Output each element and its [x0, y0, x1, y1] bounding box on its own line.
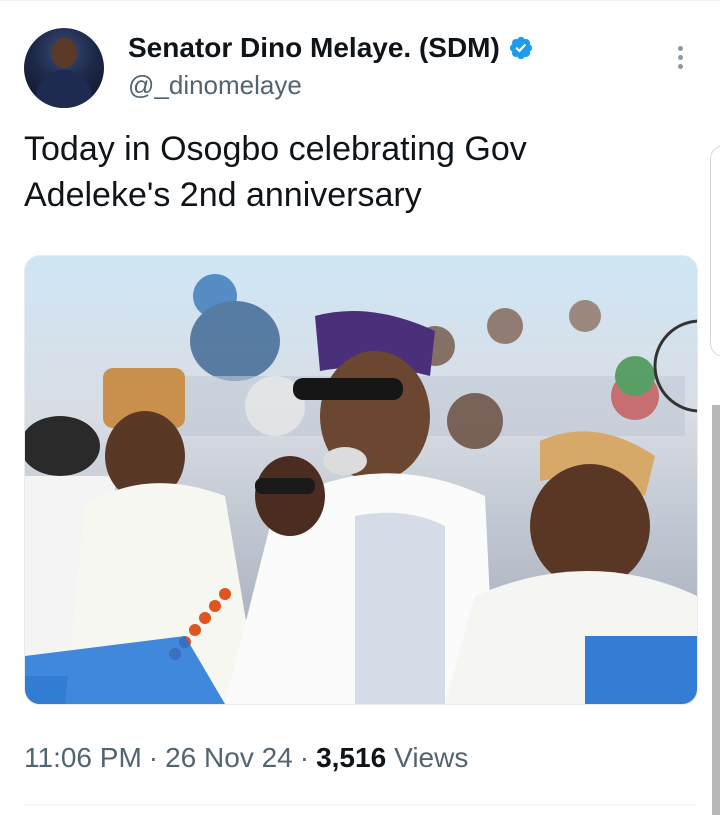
tweet-text-line-1: Today in Osogbo celebrating Gov: [24, 130, 527, 168]
verified-badge-icon[interactable]: [508, 35, 534, 61]
avatar-body: [36, 70, 92, 108]
more-options-icon[interactable]: [668, 46, 692, 74]
side-panel-edge: [710, 145, 720, 357]
bottom-divider: [24, 804, 696, 805]
tweet-text-line-2: Adeleke's 2nd anniversary: [24, 176, 422, 214]
tweet-meta: 11:06 PM · 26 Nov 24 · 3,516 Views: [24, 742, 468, 774]
handle[interactable]: @_dinomelaye: [128, 70, 302, 101]
photo-illustration: [25, 256, 697, 704]
tweet-time[interactable]: 11:06 PM: [24, 742, 142, 774]
avatar[interactable]: [24, 28, 104, 108]
tweet-header: Senator Dino Melaye. (SDM) @_dinomelaye: [24, 28, 696, 108]
tweet-text: Today in Osogbo celebrating Gov Adeleke'…: [24, 126, 664, 218]
meta-separator-2: ·: [299, 742, 310, 773]
top-divider: [0, 0, 720, 1]
tweet-date[interactable]: 26 Nov 24: [165, 742, 293, 774]
views-label: Views: [394, 742, 469, 773]
tweet-photo[interactable]: [24, 255, 698, 705]
name-row: Senator Dino Melaye. (SDM): [128, 30, 534, 66]
scrollbar[interactable]: [712, 405, 720, 815]
avatar-head: [51, 38, 77, 68]
meta-separator-1: ·: [148, 742, 159, 773]
display-name[interactable]: Senator Dino Melaye. (SDM): [128, 32, 500, 64]
views-count[interactable]: 3,516: [316, 742, 386, 774]
